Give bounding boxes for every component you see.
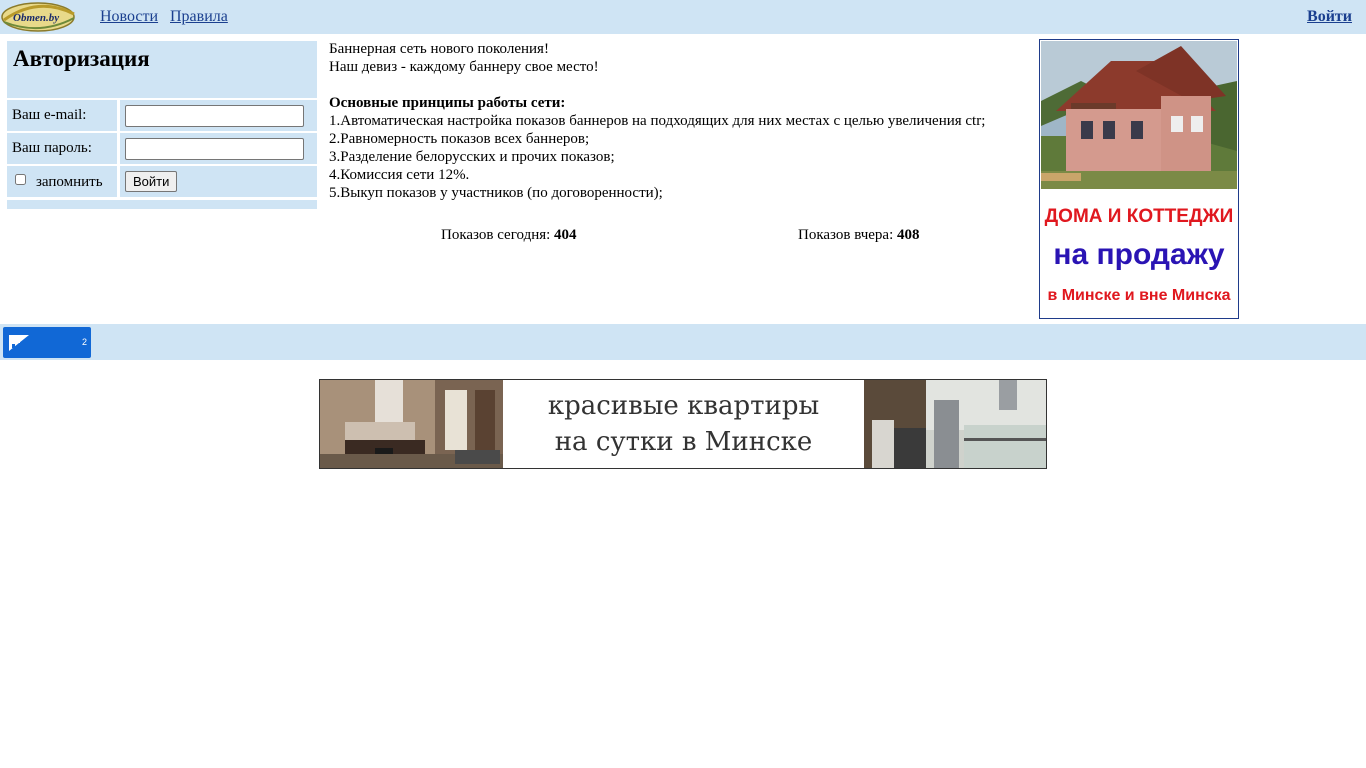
site-logo[interactable]: Obmen.by xyxy=(0,0,78,34)
house-photo xyxy=(1041,41,1237,189)
counter-logo-icon xyxy=(9,335,29,351)
svg-text:Obmen.by: Obmen.by xyxy=(13,12,59,24)
stat-yesterday-label: Показов вчера: xyxy=(798,227,894,243)
email-label: Ваш e-mail: xyxy=(12,107,87,123)
email-label-cell: Ваш e-mail: xyxy=(7,100,117,131)
house-banner-line-1: ДОМА И КОТТЕДЖИ xyxy=(1044,206,1234,227)
auth-title: Авторизация xyxy=(13,46,150,71)
apartment-banner-line-1: красивые квартиры xyxy=(547,391,820,421)
visit-counter[interactable]: 2 xyxy=(3,327,91,358)
stat-today: Показов сегодня: 404 xyxy=(441,227,577,244)
apartment-banner-line-2: на сутки в Минске xyxy=(554,427,813,457)
login-link[interactable]: Войти xyxy=(1307,8,1352,26)
principle-item: 1.Автоматическая настройка показов банне… xyxy=(329,113,986,129)
auth-footer xyxy=(7,200,317,209)
principle-item: 5.Выкуп показов у участников (по договор… xyxy=(329,185,663,201)
apartment-photo-left xyxy=(320,380,503,468)
principle-item: 4.Комиссия сети 12%. xyxy=(329,167,470,183)
intro-text: Баннерная сеть нового поколения! Наш дев… xyxy=(329,40,1034,202)
auth-title-box: Авторизация xyxy=(7,41,317,98)
stat-today-label: Показов сегодня: xyxy=(441,227,551,243)
house-banner-line-3: в Минске и вне Минска xyxy=(1047,287,1231,304)
principle-item: 3.Разделение белорусских и прочих показо… xyxy=(329,149,615,165)
password-label-cell: Ваш пароль: xyxy=(7,133,117,164)
counter-value: 2 xyxy=(81,337,87,347)
apartment-photo-right xyxy=(864,380,1046,468)
stat-yesterday-value: 408 xyxy=(897,227,920,243)
submit-cell: Войти xyxy=(120,166,317,197)
principles-title: Основные принципы работы сети: xyxy=(329,95,566,111)
intro-line-2: Наш девиз - каждому баннеру свое место! xyxy=(329,59,599,75)
intro-line-1: Баннерная сеть нового поколения! xyxy=(329,41,549,57)
nav-link-rules[interactable]: Правила xyxy=(170,8,228,26)
password-label: Ваш пароль: xyxy=(12,140,92,156)
house-banner-ad[interactable]: ДОМА И КОТТЕДЖИ на продажу в Минске и вн… xyxy=(1039,39,1239,319)
login-submit-button[interactable]: Войти xyxy=(125,171,178,192)
nav-link-news[interactable]: Новости xyxy=(100,8,158,26)
stat-yesterday: Показов вчера: 408 xyxy=(798,227,920,244)
password-input[interactable] xyxy=(125,138,304,160)
top-bar: Obmen.by Новости Правила Войти xyxy=(0,0,1366,34)
stat-today-value: 404 xyxy=(554,227,577,243)
password-input-cell xyxy=(120,133,317,164)
remember-cell: запомнить xyxy=(7,166,117,197)
email-input-cell xyxy=(120,100,317,131)
principle-item: 2.Равномерность показов всех баннеров; xyxy=(329,131,590,147)
counter-bar: 2 xyxy=(0,324,1366,360)
remember-label[interactable]: запомнить xyxy=(36,174,103,191)
auth-panel: Авторизация Ваш e-mail: Ваш пароль: запо… xyxy=(7,41,317,209)
apartment-banner-ad[interactable]: красивые квартиры на сутки в Минске xyxy=(319,379,1047,469)
remember-checkbox[interactable] xyxy=(15,174,26,185)
email-input[interactable] xyxy=(125,105,304,127)
house-banner-line-2: на продажу xyxy=(1053,238,1225,271)
